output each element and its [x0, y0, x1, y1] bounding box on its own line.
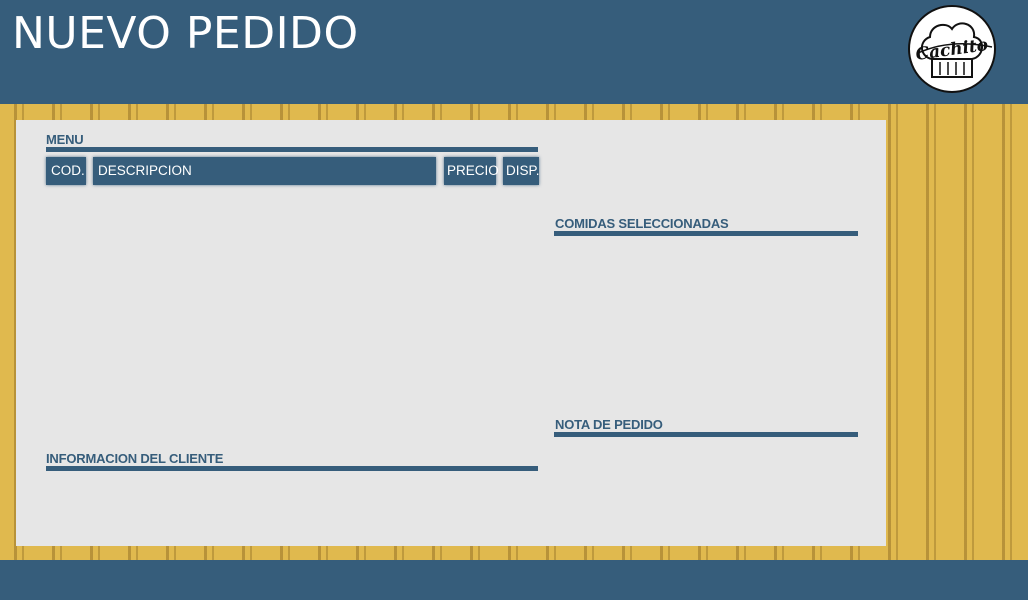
selected-meals-label: COMIDAS SELECCIONADAS	[555, 216, 729, 231]
column-header-description[interactable]: DESCRIPCION	[93, 157, 436, 185]
column-header-price[interactable]: PRECIO	[444, 157, 499, 185]
client-info-divider	[46, 466, 538, 471]
order-note-label: NOTA DE PEDIDO	[555, 417, 663, 432]
page-title: NUEVO PEDIDO	[12, 8, 359, 59]
selected-meals-divider	[554, 231, 858, 236]
column-header-code[interactable]: COD.	[46, 157, 86, 185]
order-panel: MENU COD. DESCRIPCION PRECIO DISP. COMID…	[16, 120, 886, 546]
menu-divider	[46, 147, 538, 152]
app-header: NUEVO PEDIDO Cachito	[0, 0, 1028, 104]
column-header-availability[interactable]: DISP.	[503, 157, 540, 185]
client-info-label: INFORMACION DEL CLIENTE	[46, 451, 224, 466]
menu-section-label: MENU	[46, 132, 84, 147]
chef-hat-logo-icon: Cachito	[908, 5, 996, 93]
app-footer	[0, 560, 1028, 600]
order-note-divider	[554, 432, 858, 437]
